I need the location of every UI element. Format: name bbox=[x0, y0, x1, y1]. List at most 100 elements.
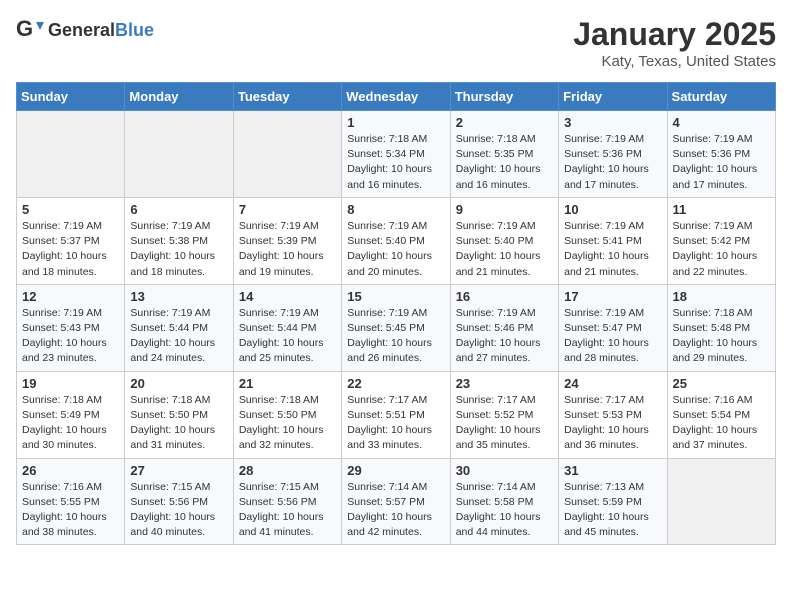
table-row: 25 Sunrise: 7:16 AMSunset: 5:54 PMDayligh… bbox=[667, 371, 775, 458]
day-number: 12 bbox=[22, 289, 119, 304]
day-detail: Sunrise: 7:18 AMSunset: 5:35 PMDaylight:… bbox=[456, 132, 553, 193]
table-row: 19 Sunrise: 7:18 AMSunset: 5:49 PMDayligh… bbox=[17, 371, 125, 458]
day-number: 23 bbox=[456, 376, 553, 391]
day-number: 3 bbox=[564, 115, 661, 130]
day-detail: Sunrise: 7:18 AMSunset: 5:49 PMDaylight:… bbox=[22, 393, 119, 454]
calendar-header-row: Sunday Monday Tuesday Wednesday Thursday… bbox=[17, 83, 776, 111]
table-row: 11Sunrise: 7:19 AMSunset: 5:42 PMDayligh… bbox=[667, 197, 775, 284]
day-number: 24 bbox=[564, 376, 661, 391]
day-number: 5 bbox=[22, 202, 119, 217]
day-number: 29 bbox=[347, 463, 444, 478]
day-number: 1 bbox=[347, 115, 444, 130]
logo-general-text: General bbox=[48, 20, 115, 40]
table-row: 13 Sunrise: 7:19 AMSunset: 5:44 PMDayligh… bbox=[125, 284, 233, 371]
day-detail: Sunrise: 7:15 AMSunset: 5:56 PMDaylight:… bbox=[239, 480, 336, 541]
table-row: 20Sunrise: 7:18 AMSunset: 5:50 PMDayligh… bbox=[125, 371, 233, 458]
day-detail: Sunrise: 7:19 AMSunset: 5:41 PMDaylight:… bbox=[564, 219, 661, 280]
table-row: 3Sunrise: 7:19 AMSunset: 5:36 PMDaylight… bbox=[559, 111, 667, 198]
calendar-title: January 2025 bbox=[573, 16, 776, 53]
day-detail: Sunrise: 7:17 AMSunset: 5:53 PMDaylight:… bbox=[564, 393, 661, 454]
day-number: 15 bbox=[347, 289, 444, 304]
table-row: 29 Sunrise: 7:14 AMSunset: 5:57 PMDayligh… bbox=[342, 458, 450, 545]
day-detail: Sunrise: 7:19 AMSunset: 5:40 PMDaylight:… bbox=[347, 219, 444, 280]
calendar-week-row: 1Sunrise: 7:18 AMSunset: 5:34 PMDaylight… bbox=[17, 111, 776, 198]
table-row: 5Sunrise: 7:19 AMSunset: 5:37 PMDaylight… bbox=[17, 197, 125, 284]
day-detail: Sunrise: 7:16 AMSunset: 5:55 PMDaylight:… bbox=[22, 480, 119, 541]
table-row: 9 Sunrise: 7:19 AMSunset: 5:40 PMDaylight… bbox=[450, 197, 558, 284]
day-number: 30 bbox=[456, 463, 553, 478]
col-monday: Monday bbox=[125, 83, 233, 111]
table-row: 21 Sunrise: 7:18 AMSunset: 5:50 PMDayligh… bbox=[233, 371, 341, 458]
day-number: 25 bbox=[673, 376, 770, 391]
day-number: 14 bbox=[239, 289, 336, 304]
day-detail: Sunrise: 7:18 AMSunset: 5:50 PMDaylight:… bbox=[239, 393, 336, 454]
day-detail: Sunrise: 7:17 AMSunset: 5:52 PMDaylight:… bbox=[456, 393, 553, 454]
table-row: 15 Sunrise: 7:19 AMSunset: 5:45 PMDayligh… bbox=[342, 284, 450, 371]
day-detail: Sunrise: 7:14 AMSunset: 5:57 PMDaylight:… bbox=[347, 480, 444, 541]
table-row bbox=[667, 458, 775, 545]
col-sunday: Sunday bbox=[17, 83, 125, 111]
table-row: 30 Sunrise: 7:14 AMSunset: 5:58 PMDayligh… bbox=[450, 458, 558, 545]
day-number: 11 bbox=[673, 202, 770, 217]
svg-text:G: G bbox=[16, 16, 33, 41]
table-row: 31 Sunrise: 7:13 AMSunset: 5:59 PMDayligh… bbox=[559, 458, 667, 545]
table-row: 22 Sunrise: 7:17 AMSunset: 5:51 PMDayligh… bbox=[342, 371, 450, 458]
table-row bbox=[17, 111, 125, 198]
day-detail: Sunrise: 7:13 AMSunset: 5:59 PMDaylight:… bbox=[564, 480, 661, 541]
day-detail: Sunrise: 7:19 AMSunset: 5:44 PMDaylight:… bbox=[130, 306, 227, 367]
day-detail: Sunrise: 7:19 AMSunset: 5:45 PMDaylight:… bbox=[347, 306, 444, 367]
col-thursday: Thursday bbox=[450, 83, 558, 111]
day-detail: Sunrise: 7:14 AMSunset: 5:58 PMDaylight:… bbox=[456, 480, 553, 541]
logo: G GeneralBlue bbox=[16, 16, 154, 44]
table-row: 10Sunrise: 7:19 AMSunset: 5:41 PMDayligh… bbox=[559, 197, 667, 284]
calendar-subtitle: Katy, Texas, United States bbox=[573, 53, 776, 70]
table-row: 18 Sunrise: 7:18 AMSunset: 5:48 PMDayligh… bbox=[667, 284, 775, 371]
day-number: 8 bbox=[347, 202, 444, 217]
col-saturday: Saturday bbox=[667, 83, 775, 111]
table-row: 7Sunrise: 7:19 AMSunset: 5:39 PMDaylight… bbox=[233, 197, 341, 284]
day-detail: Sunrise: 7:19 AMSunset: 5:38 PMDaylight:… bbox=[130, 219, 227, 280]
day-number: 13 bbox=[130, 289, 227, 304]
table-row: 4 Sunrise: 7:19 AMSunset: 5:36 PMDaylight… bbox=[667, 111, 775, 198]
day-number: 31 bbox=[564, 463, 661, 478]
day-number: 9 bbox=[456, 202, 553, 217]
day-number: 19 bbox=[22, 376, 119, 391]
table-row: 12 Sunrise: 7:19 AMSunset: 5:43 PMDayligh… bbox=[17, 284, 125, 371]
day-detail: Sunrise: 7:19 AMSunset: 5:40 PMDaylight:… bbox=[456, 219, 553, 280]
table-row: 28 Sunrise: 7:15 AMSunset: 5:56 PMDayligh… bbox=[233, 458, 341, 545]
calendar-table: Sunday Monday Tuesday Wednesday Thursday… bbox=[16, 82, 776, 545]
day-number: 22 bbox=[347, 376, 444, 391]
table-row: 23 Sunrise: 7:17 AMSunset: 5:52 PMDayligh… bbox=[450, 371, 558, 458]
day-detail: Sunrise: 7:19 AMSunset: 5:44 PMDaylight:… bbox=[239, 306, 336, 367]
day-detail: Sunrise: 7:17 AMSunset: 5:51 PMDaylight:… bbox=[347, 393, 444, 454]
day-number: 28 bbox=[239, 463, 336, 478]
title-block: January 2025 Katy, Texas, United States bbox=[573, 16, 776, 70]
day-detail: Sunrise: 7:18 AMSunset: 5:48 PMDaylight:… bbox=[673, 306, 770, 367]
table-row: 2 Sunrise: 7:18 AMSunset: 5:35 PMDaylight… bbox=[450, 111, 558, 198]
day-number: 6 bbox=[130, 202, 227, 217]
calendar-week-row: 12 Sunrise: 7:19 AMSunset: 5:43 PMDayligh… bbox=[17, 284, 776, 371]
day-detail: Sunrise: 7:19 AMSunset: 5:39 PMDaylight:… bbox=[239, 219, 336, 280]
day-number: 2 bbox=[456, 115, 553, 130]
calendar-week-row: 5Sunrise: 7:19 AMSunset: 5:37 PMDaylight… bbox=[17, 197, 776, 284]
day-number: 21 bbox=[239, 376, 336, 391]
page-header: G GeneralBlue January 2025 Katy, Texas, … bbox=[16, 16, 776, 70]
day-number: 4 bbox=[673, 115, 770, 130]
logo-blue-text: Blue bbox=[115, 20, 154, 40]
col-friday: Friday bbox=[559, 83, 667, 111]
calendar-week-row: 19 Sunrise: 7:18 AMSunset: 5:49 PMDayligh… bbox=[17, 371, 776, 458]
day-number: 16 bbox=[456, 289, 553, 304]
table-row: 6 Sunrise: 7:19 AMSunset: 5:38 PMDaylight… bbox=[125, 197, 233, 284]
day-detail: Sunrise: 7:19 AMSunset: 5:36 PMDaylight:… bbox=[673, 132, 770, 193]
day-detail: Sunrise: 7:19 AMSunset: 5:43 PMDaylight:… bbox=[22, 306, 119, 367]
col-tuesday: Tuesday bbox=[233, 83, 341, 111]
table-row: 16Sunrise: 7:19 AMSunset: 5:46 PMDayligh… bbox=[450, 284, 558, 371]
col-wednesday: Wednesday bbox=[342, 83, 450, 111]
day-detail: Sunrise: 7:16 AMSunset: 5:54 PMDaylight:… bbox=[673, 393, 770, 454]
day-number: 18 bbox=[673, 289, 770, 304]
table-row: 1Sunrise: 7:18 AMSunset: 5:34 PMDaylight… bbox=[342, 111, 450, 198]
day-detail: Sunrise: 7:19 AMSunset: 5:47 PMDaylight:… bbox=[564, 306, 661, 367]
table-row bbox=[233, 111, 341, 198]
table-row bbox=[125, 111, 233, 198]
table-row: 17Sunrise: 7:19 AMSunset: 5:47 PMDayligh… bbox=[559, 284, 667, 371]
